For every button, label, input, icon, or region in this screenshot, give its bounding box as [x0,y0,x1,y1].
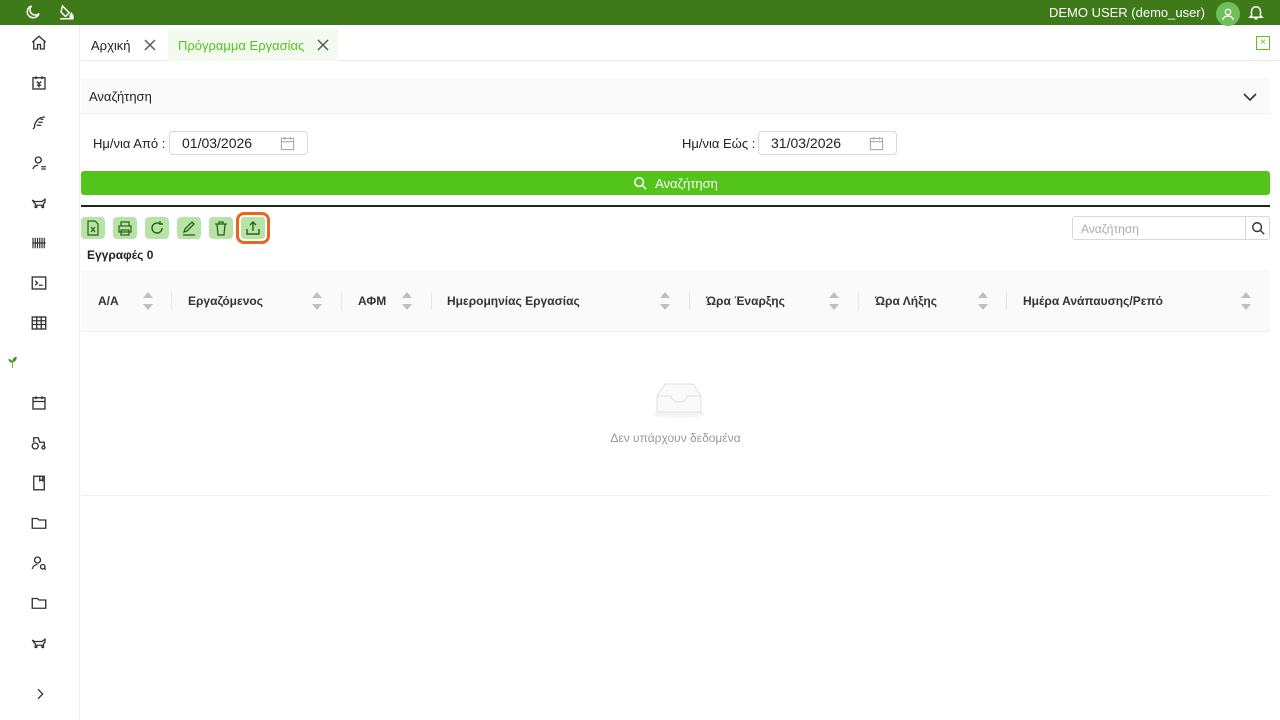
column-label: Α/Α [98,294,119,308]
calendar-yen-icon[interactable] [30,74,48,92]
user-name[interactable]: DEMO USER (demo_user) [1049,5,1205,20]
sort-icon[interactable] [142,290,154,312]
refresh-icon [151,221,163,234]
tab-work-schedule[interactable]: Πρόγραμμα Εργασίας [168,29,338,61]
user-icon [1222,8,1234,21]
refresh-button[interactable] [145,217,169,239]
date-to-field[interactable]: 31/03/2026 [758,131,897,155]
table-icon[interactable] [30,314,48,332]
search-button[interactable]: Αναζήτηση [81,171,1270,195]
sort-icon[interactable] [1240,290,1252,312]
sort-icon[interactable] [828,290,840,312]
dark-mode-icon[interactable] [24,3,42,21]
divider [81,205,1270,207]
column-separator [858,292,859,310]
calendar-icon [280,136,295,151]
table-header: Α/Α Εργαζόμενος ΑΦΜ Ημερομηνίας Εργασίας… [81,270,1270,332]
search-icon [1251,222,1265,235]
excel-export-button[interactable] [81,217,105,239]
column-label: Εργαζόμενος [188,294,263,308]
close-icon[interactable] [316,38,330,52]
search-button-label: Αναζήτηση [655,175,718,191]
cow-icon[interactable] [30,194,48,212]
table-search-button[interactable] [1245,217,1269,239]
search-panel-header[interactable]: Αναζήτηση [81,78,1270,114]
search-placeholder: Αναζήτηση [1081,222,1139,236]
barcode-icon[interactable] [30,234,48,252]
theme-fill-icon[interactable] [58,3,76,21]
sidebar [0,25,80,720]
column-separator [341,292,342,310]
date-from-field[interactable]: 01/03/2026 [169,131,308,155]
avatar[interactable] [1216,2,1240,26]
delete-button[interactable] [209,217,233,239]
date-to-label: Ημ/νια Εώς : [682,136,756,151]
empty-state: Δεν υπάρχουν δεδομένα [81,332,1270,496]
close-icon[interactable] [143,38,157,52]
column-label: Ώρα Λήξης [875,294,937,308]
column-label: Ημέρα Ανάπαυσης/Ρεπό [1023,294,1163,308]
terminal-icon[interactable] [30,274,48,292]
home-icon[interactable] [30,34,48,52]
edit-button[interactable] [177,217,201,239]
sort-icon[interactable] [977,290,989,312]
top-bar: DEMO USER (demo_user) [0,0,1280,26]
column-header-afm[interactable]: ΑΦΜ [358,270,386,332]
user-settings-icon[interactable] [30,154,48,172]
column-header-employee[interactable]: Εργαζόμενος [188,270,263,332]
column-header-start-time[interactable]: Ώρα Έναρξης [706,270,785,332]
excel-export-icon [87,220,99,236]
print-icon [118,221,132,236]
column-separator [1006,292,1007,310]
column-label: ΑΦΜ [358,294,387,308]
empty-inbox-icon [653,383,705,418]
expand-sidebar-icon[interactable] [32,686,48,702]
upload-button[interactable] [236,212,270,244]
sort-icon[interactable] [659,290,671,312]
tab-label: Πρόγραμμα Εργασίας [178,37,305,53]
close-all-tabs-icon[interactable]: × [1256,36,1270,50]
empty-text: Δεν υπάρχουν δεδομένα [610,431,741,445]
column-header-work-date[interactable]: Ημερομηνίας Εργασίας [447,270,580,332]
search-panel-title: Αναζήτηση [89,89,152,104]
records-count: Εγγραφές 0 [87,248,154,262]
column-separator [431,292,432,310]
book-icon[interactable] [30,474,48,492]
bell-icon[interactable] [1247,3,1265,21]
folder-icon[interactable] [30,594,48,612]
column-separator [171,292,172,310]
search-icon [634,176,647,190]
column-header-aa[interactable]: Α/Α [98,270,119,332]
column-label: Ημερομηνίας Εργασίας [447,294,580,308]
chevron-down-icon[interactable] [1242,89,1258,105]
date-from-value: 01/03/2026 [182,135,253,151]
cow-icon[interactable] [30,634,48,652]
tab-home[interactable]: Αρχική [81,29,157,61]
calendar-icon [869,136,884,151]
date-to-value: 31/03/2026 [771,135,842,151]
folder-icon[interactable] [30,514,48,532]
delete-icon [215,221,227,236]
sort-icon[interactable] [401,290,413,312]
upload-icon [246,221,260,235]
sort-icon[interactable] [311,290,323,312]
tab-bar: Αρχική Πρόγραμμα Εργασίας × [81,29,1280,61]
user-search-icon[interactable] [30,554,48,572]
column-header-rest-day[interactable]: Ημέρα Ανάπαυσης/Ρεπό [1023,270,1163,332]
plant-icon[interactable] [4,353,22,371]
feather-icon[interactable] [30,114,48,132]
column-header-end-time[interactable]: Ώρα Λήξης [875,270,937,332]
tractor-icon[interactable] [30,434,48,452]
edit-icon [182,221,195,236]
column-label: Ώρα Έναρξης [706,294,785,308]
print-button[interactable] [113,217,137,239]
date-from-label: Ημ/νια Από : [93,136,166,151]
calendar-icon[interactable] [30,394,48,412]
column-separator [689,292,690,310]
tab-label: Αρχική [91,37,131,53]
table-search-input[interactable]: Αναζήτηση [1072,216,1270,240]
